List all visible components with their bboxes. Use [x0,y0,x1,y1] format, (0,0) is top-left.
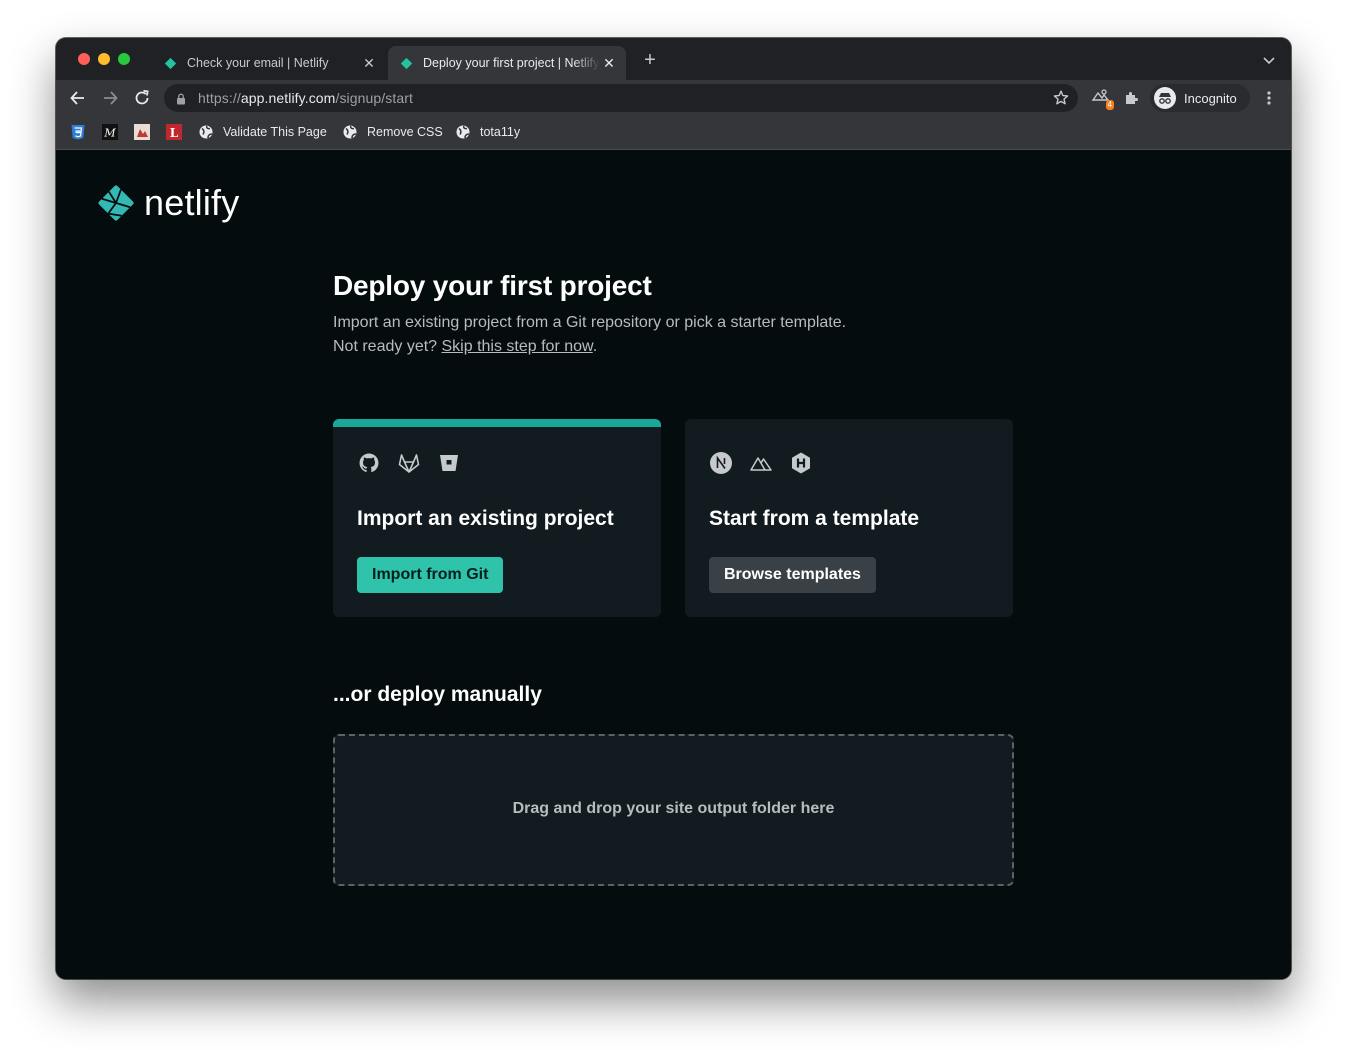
reload-icon[interactable] [132,88,152,108]
page-viewport: netlify Deploy your first project Import… [56,150,1291,979]
page-subtitle: Import an existing project from a Git re… [333,311,846,359]
incognito-profile-button[interactable]: Incognito [1150,84,1250,112]
url-path: /signup/start [335,90,414,106]
tab-close-icon[interactable]: ✕ [600,54,618,72]
url-text: https://app.netlify.com/signup/start [198,90,413,106]
netlify-logo-icon [98,185,134,221]
nuxt-icon [749,451,773,475]
nextjs-icon [709,451,733,475]
subtitle-suffix: . [592,338,598,355]
bookmark-validate-this-page[interactable]: Validate This Page [198,124,327,140]
image-icon [134,124,150,140]
bookmark-image[interactable] [134,124,159,140]
hugo-icon [789,451,813,475]
incognito-icon [1154,87,1176,109]
tab-check-email[interactable]: Check your email | Netlify ✕ [152,46,386,80]
netlify-favicon-icon [164,57,177,70]
url-host: app.netlify.com [240,90,336,106]
framework-icons [709,451,813,475]
extensions-puzzle-icon[interactable] [1123,89,1141,107]
css-icon [70,124,86,140]
netlify-favicon-icon [400,57,413,70]
tab-deploy-project[interactable]: Deploy your first project | Netlify ✕ [388,46,626,80]
svg-text:L: L [170,126,179,140]
subtitle-line-2: Not ready yet? Skip this step for now. [333,335,846,359]
url-scheme: https:// [198,90,241,106]
tab-title: Check your email | Netlify [187,56,329,70]
globe-icon [455,124,471,140]
bookmark-label: Remove CSS [367,125,443,139]
maximize-window-button[interactable] [118,53,130,65]
tab-strip: Check your email | Netlify ✕ Deploy your… [56,38,1291,80]
card-title: Start from a template [709,507,920,530]
netlify-logo[interactable]: netlify [96,182,239,224]
bookmark-star-icon[interactable] [1052,89,1070,107]
lock-icon[interactable] [176,92,186,105]
new-tab-plus-icon[interactable]: + [640,50,660,71]
browser-window: Check your email | Netlify ✕ Deploy your… [56,38,1291,979]
tab-search-chevron-icon[interactable] [1261,52,1277,68]
github-icon [357,451,381,475]
globe-icon [198,124,214,140]
minimize-window-button[interactable] [98,53,110,65]
card-title: Import an existing project [357,507,614,530]
back-arrow-icon[interactable] [68,88,88,108]
browser-toolbar: https://app.netlify.com/signup/start 4 I… [56,80,1291,116]
dropzone-text: Drag and drop your site output folder he… [512,800,835,817]
bitbucket-icon [437,451,461,475]
manual-deploy-heading: ...or deploy manually [333,683,542,706]
logo-wordmark: netlify [144,182,240,223]
extension-badge: 4 [1105,100,1114,110]
forward-arrow-icon[interactable] [100,88,120,108]
bookmark-tota11y[interactable]: tota11y [455,124,520,140]
skip-step-link[interactable]: Skip this step for now [442,338,593,355]
extension-icon[interactable]: 4 [1090,87,1114,110]
git-provider-icons [357,451,461,475]
bookmark-m[interactable]: M [102,124,127,140]
tab-title: Deploy your first project | Netlify [423,56,600,70]
bookmarks-bar: M L Validate This Page Remove CSS tota11… [56,116,1291,150]
address-bar[interactable]: https://app.netlify.com/signup/start [164,84,1078,112]
gitlab-icon [397,451,421,475]
bookmark-l[interactable]: L [166,124,191,140]
page-title: Deploy your first project [333,270,652,301]
m-icon: M [102,124,118,140]
globe-icon [342,124,358,140]
bookmark-label: Validate This Page [223,125,327,139]
bookmark-remove-css[interactable]: Remove CSS [342,124,443,140]
l-icon: L [166,124,182,140]
bookmark-css[interactable] [70,124,95,140]
browse-templates-button[interactable]: Browse templates [709,557,876,593]
profile-label: Incognito [1184,90,1237,106]
import-project-card: Import an existing project Import from G… [333,419,661,617]
svg-text:M: M [103,127,116,140]
browser-menu-icon[interactable] [1262,89,1276,107]
drag-drop-zone[interactable]: Drag and drop your site output folder he… [333,734,1014,886]
bookmark-label: tota11y [480,125,521,139]
template-card: Start from a template Browse templates [685,419,1013,617]
subtitle-prefix: Not ready yet? [333,338,442,355]
tab-close-icon[interactable]: ✕ [360,54,378,72]
close-window-button[interactable] [78,53,90,65]
import-from-git-button[interactable]: Import from Git [357,557,504,593]
subtitle-line-1: Import an existing project from a Git re… [333,314,847,331]
card-accent-bar [333,419,661,427]
